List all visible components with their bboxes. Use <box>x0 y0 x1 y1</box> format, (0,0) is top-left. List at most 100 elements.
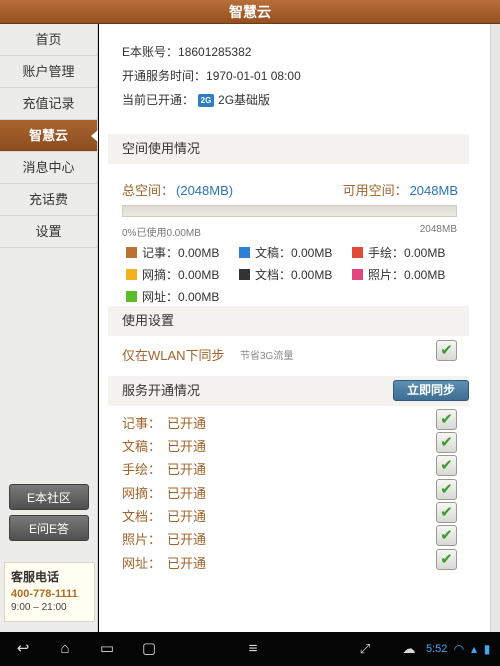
fullscreen-icon[interactable]: ⤢ <box>354 632 376 666</box>
sidebar-item-phone-topup[interactable]: 充话费 <box>0 184 97 216</box>
system-navigation-bar: ↩ ⌂ ▭ ▢ ≡ ⤢ ☁ 5:52 ◠ ▴ ▮ <box>0 632 500 666</box>
status-time: 5:52 <box>426 643 448 655</box>
main-panel: E本账号：18601285382 开通服务时间：1970-01-01 08:00… <box>99 24 490 632</box>
sidebar-item-messages[interactable]: 消息中心 <box>0 152 97 184</box>
space-section-title: 空间使用情况 <box>108 134 469 164</box>
plan-2g-icon: 2G <box>198 94 215 108</box>
service-name: 网址： <box>122 556 162 571</box>
open-time-value: 1970-01-01 08:00 <box>206 69 301 83</box>
app-title: 智慧云 <box>0 0 500 24</box>
service-photos-checkbox[interactable]: ✔ <box>436 525 457 546</box>
settings-section-title: 使用设置 <box>108 306 469 336</box>
total-space-value: (2048MB) <box>176 183 234 198</box>
service-status: 已开通 <box>167 509 207 524</box>
sidebar-item-settings[interactable]: 设置 <box>0 216 97 248</box>
sidebar-item-smart-cloud[interactable]: 智慧云 <box>0 120 98 152</box>
cloud-icon: ☁ <box>402 641 416 656</box>
right-scrollbar[interactable] <box>490 24 500 632</box>
home-icon[interactable]: ⌂ <box>50 632 80 666</box>
back-icon[interactable]: ↩ <box>8 632 38 666</box>
signal-icon: ▴ <box>470 642 478 656</box>
wifi-icon: ◠ <box>453 642 465 656</box>
qa-button[interactable]: E问E答 <box>9 515 89 541</box>
clippings-swatch-icon <box>126 269 137 280</box>
legend-notes-label: 记事：0.00MB <box>142 246 220 260</box>
service-name: 文档： <box>122 509 162 524</box>
usage-progress-bar <box>122 205 457 217</box>
service-row-notes: 记事： 已开通 <box>122 413 206 432</box>
legend-drawings-label: 手绘：0.00MB <box>368 246 446 260</box>
legend-manuscripts-label: 文稿：0.00MB <box>255 246 333 260</box>
account-line: E本账号：18601285382 <box>122 43 251 60</box>
hotline-hours: 9:00 – 21:00 <box>11 602 67 613</box>
service-row-clippings: 网摘： 已开通 <box>122 483 206 502</box>
documents-swatch-icon <box>239 269 250 280</box>
service-clippings-checkbox[interactable]: ✔ <box>436 479 457 500</box>
community-button[interactable]: E本社区 <box>9 484 89 510</box>
legend-documents: 文档：0.00MB <box>239 266 332 283</box>
legend-photos-label: 照片：0.00MB <box>368 268 446 282</box>
sidebar: 首页 账户管理 充值记录 智慧云 消息中心 充话费 设置 E本社区 E问E答 客… <box>0 24 98 632</box>
drawings-swatch-icon <box>352 247 363 258</box>
service-row-documents: 文档： 已开通 <box>122 506 206 525</box>
recents-icon[interactable]: ▭ <box>92 632 122 666</box>
legend-drawings: 手绘：0.00MB <box>352 244 445 261</box>
service-row-urls: 网址： 已开通 <box>122 553 206 572</box>
battery-icon: ▮ <box>483 642 491 656</box>
sidebar-item-recharge-records[interactable]: 充值记录 <box>0 88 97 120</box>
current-plan-label: 当前已开通： <box>122 93 195 107</box>
available-space: 可用空间： 2048MB <box>343 180 458 199</box>
hotline-panel: 客服电话 400-778-1111 9:00 – 21:00 <box>4 562 95 622</box>
legend-notes: 记事：0.00MB <box>126 244 219 261</box>
service-documents-checkbox[interactable]: ✔ <box>436 502 457 523</box>
usage-total-text: 2048MB <box>419 224 457 235</box>
service-manuscripts-checkbox[interactable]: ✔ <box>436 432 457 453</box>
photos-swatch-icon <box>352 269 363 280</box>
account-value: 18601285382 <box>178 45 252 59</box>
legend-urls: 网址：0.00MB <box>126 288 219 305</box>
total-space-label: 总空间： <box>122 183 175 198</box>
service-status: 已开通 <box>167 532 207 547</box>
available-space-label: 可用空间： <box>342 183 408 198</box>
service-name: 记事： <box>122 416 162 431</box>
service-row-manuscripts: 文稿： 已开通 <box>122 436 206 455</box>
current-plan-line: 当前已开通： 2G 2G基础版 <box>122 91 270 108</box>
service-status: 已开通 <box>167 486 207 501</box>
open-time-line: 开通服务时间：1970-01-01 08:00 <box>122 67 301 84</box>
open-time-label: 开通服务时间： <box>122 69 207 83</box>
wlan-only-checkbox[interactable]: ✔ <box>436 340 457 361</box>
menu-icon[interactable]: ≡ <box>238 632 268 666</box>
hotline-number[interactable]: 400-778-1111 <box>11 588 88 600</box>
current-plan-value: 2G基础版 <box>218 93 271 107</box>
screenshot-icon[interactable]: ▢ <box>134 632 164 666</box>
usage-used-text: 0%已使用0.00MB <box>122 228 201 239</box>
service-row-photos: 照片： 已开通 <box>122 529 206 548</box>
sidebar-item-home[interactable]: 首页 <box>0 24 97 56</box>
service-status: 已开通 <box>167 462 207 477</box>
service-row-drawings: 手绘： 已开通 <box>122 459 206 478</box>
legend-manuscripts: 文稿：0.00MB <box>239 244 332 261</box>
urls-swatch-icon <box>126 291 137 302</box>
service-name: 文稿： <box>122 439 162 454</box>
service-status: 已开通 <box>167 416 207 431</box>
sync-now-button[interactable]: 立即同步 <box>393 380 469 401</box>
wlan-hint: 节省3G流量 <box>240 351 294 362</box>
manuscripts-swatch-icon <box>239 247 250 258</box>
account-label: E本账号： <box>122 45 179 59</box>
service-drawings-checkbox[interactable]: ✔ <box>436 455 457 476</box>
service-notes-checkbox[interactable]: ✔ <box>436 409 457 430</box>
notes-swatch-icon <box>126 247 137 258</box>
service-name: 网摘： <box>122 486 162 501</box>
sidebar-item-account[interactable]: 账户管理 <box>0 56 97 88</box>
legend-photos: 照片：0.00MB <box>352 266 445 283</box>
service-urls-checkbox[interactable]: ✔ <box>436 549 457 570</box>
service-name: 照片： <box>122 532 162 547</box>
available-space-value: 2048MB <box>409 183 458 198</box>
hotline-label: 客服电话 <box>11 570 60 584</box>
legend-urls-label: 网址：0.00MB <box>142 290 220 304</box>
total-space: 总空间： (2048MB) <box>122 180 233 199</box>
service-name: 手绘： <box>122 462 162 477</box>
legend-documents-label: 文档：0.00MB <box>255 268 333 282</box>
legend-clippings: 网摘：0.00MB <box>126 266 219 283</box>
legend-clippings-label: 网摘：0.00MB <box>142 268 220 282</box>
